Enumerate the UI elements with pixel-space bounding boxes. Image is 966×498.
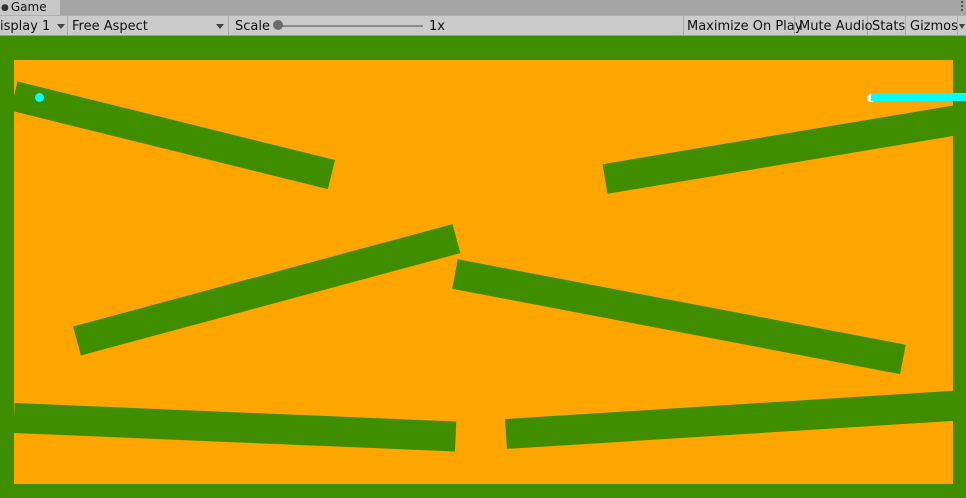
stats-toggle[interactable]: Stats — [868, 16, 906, 36]
aspect-dropdown[interactable]: Free Aspect — [68, 16, 229, 36]
game-viewport[interactable] — [0, 36, 966, 498]
tab-game[interactable]: ● Game — [0, 0, 60, 15]
display-dropdown[interactable]: isplay 1 — [0, 16, 68, 36]
chevron-down-icon — [57, 24, 65, 29]
gizmos-dropdown[interactable] — [958, 16, 966, 36]
stats-label: Stats — [872, 18, 906, 34]
scale-slider-knob[interactable] — [273, 20, 283, 30]
scale-slider-track[interactable] — [277, 25, 423, 27]
gizmos-toggle[interactable]: Gizmos — [906, 16, 958, 36]
chevron-down-icon — [216, 24, 224, 29]
ball-marker — [35, 93, 44, 102]
scale-value: 1x — [429, 18, 445, 34]
tab-menu-icon[interactable] — [959, 1, 965, 13]
gizmos-label: Gizmos — [910, 18, 958, 34]
aspect-label: Free Aspect — [72, 18, 148, 34]
eye-icon: ● — [1, 2, 9, 13]
maximize-on-play-toggle[interactable]: Maximize On Play — [684, 16, 802, 36]
enemy-marker — [871, 93, 966, 101]
tab-title: Game — [10, 0, 47, 14]
tab-bar: ● Game — [0, 0, 966, 15]
mute-audio-toggle[interactable]: Mute Audio — [795, 16, 873, 36]
scale-control: Scale 1x — [229, 16, 684, 36]
scale-label: Scale — [235, 18, 270, 34]
game-toolbar: isplay 1 Free Aspect Scale 1x Maximize O… — [0, 15, 966, 36]
display-label: isplay 1 — [0, 18, 51, 34]
chevron-down-icon — [959, 24, 965, 29]
mute-label: Mute Audio — [799, 18, 873, 34]
maximize-label: Maximize On Play — [687, 18, 803, 34]
